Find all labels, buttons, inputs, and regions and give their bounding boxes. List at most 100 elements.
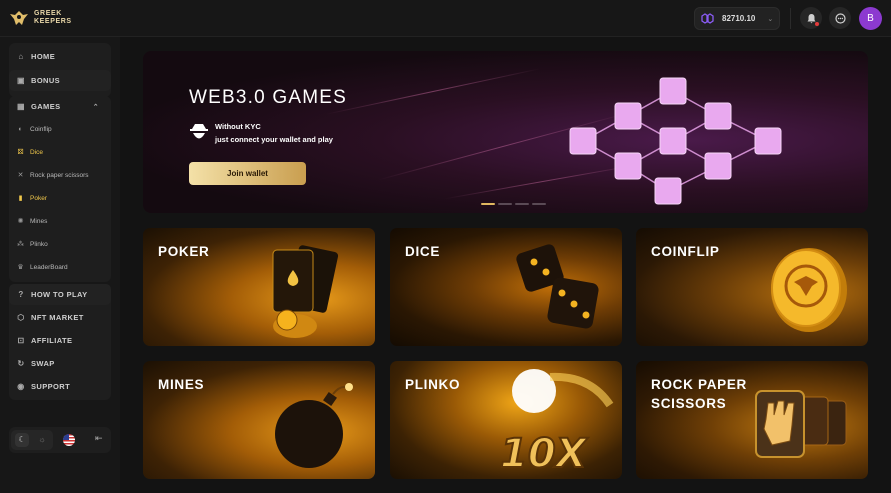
game-card-dice[interactable]: DICE [390, 228, 622, 346]
user-avatar[interactable]: B [859, 7, 882, 30]
sidebar-subitem-label: Coinflip [30, 125, 52, 133]
rps-cards-illustration [755, 390, 847, 458]
sidebar: ⌂ HOME ▣ BONUS ▦ GAMES ⌃ ◐ Coinflip ⚄ Di… [0, 37, 120, 493]
game-card-title: COINFLIP [651, 244, 720, 259]
chevron-up-icon: ⌃ [92, 103, 99, 111]
logo-text-line1: GREEK [34, 10, 62, 17]
divider [790, 8, 791, 29]
dice-icon: ⚄ [17, 148, 24, 156]
balance-amount: 82710.10 [722, 14, 756, 23]
carousel-dot[interactable] [498, 203, 512, 205]
theme-toggle[interactable]: ☾ ☼ [11, 430, 53, 450]
blockchain-cubes-illustration [569, 77, 782, 205]
chat-button[interactable] [829, 7, 851, 29]
sidebar-item-home[interactable]: ⌂ HOME [9, 46, 111, 67]
polygon-icon [701, 13, 714, 24]
notification-dot [815, 22, 819, 26]
game-card-coinflip[interactable]: COINFLIP [636, 228, 868, 346]
game-card-rock-paper-scissors[interactable]: ROCK PAPER SCISSORS [636, 361, 868, 479]
grid-icon: ▦ [17, 101, 25, 111]
balance-selector[interactable]: 82710.10 ⌄ [694, 7, 780, 30]
sidebar-item-bonus[interactable]: ▣ BONUS [9, 70, 111, 91]
sidebar-group-main: ⌂ HOME ▣ BONUS [9, 43, 111, 97]
sidebar-footer: ☾ ☼ ⇤ [9, 427, 111, 453]
hero-subtitle-line2: just connect your wallet and play [215, 135, 333, 144]
plinko-ball-illustration: 10X [500, 369, 614, 475]
gift-icon: ▣ [17, 75, 25, 85]
sidebar-subitem-label: Rock paper scissors [30, 171, 89, 179]
carousel-dot[interactable] [532, 203, 546, 205]
sidebar-item-label: BONUS [31, 76, 61, 85]
sidebar-item-label: AFFILIATE [31, 336, 73, 345]
us-flag-icon[interactable] [63, 434, 75, 446]
hero-title: WEB3.0 GAMES [189, 87, 347, 108]
game-card-title: ROCK PAPER SCISSORS [651, 377, 748, 411]
sidebar-item-games[interactable]: ▦ GAMES ⌃ [9, 96, 111, 117]
poker-cards-illustration [272, 245, 339, 338]
mine-icon: ✺ [17, 217, 24, 225]
sidebar-subitem-plinko[interactable]: ⁂ Plinko [9, 234, 111, 254]
pyramid-icon: ⁂ [17, 240, 24, 248]
sidebar-item-swap[interactable]: ↻ SWAP [9, 353, 111, 374]
carousel-dot[interactable] [481, 203, 495, 205]
sidebar-subitem-mines[interactable]: ✺ Mines [9, 211, 111, 231]
home-icon: ⌂ [18, 51, 24, 61]
hero-subtitle-line1: Without KYC [215, 122, 261, 131]
game-card-mines[interactable]: MINES [143, 361, 375, 479]
game-card-plinko[interactable]: 10X PLINKO [390, 361, 622, 479]
light-streak [325, 68, 541, 115]
notifications-button[interactable] [800, 7, 822, 29]
swap-icon: ↻ [17, 358, 25, 368]
logo-text-line2: KEEPERS [34, 18, 72, 25]
game-card-poker[interactable]: POKER [143, 228, 375, 346]
support-icon: ◉ [17, 381, 25, 391]
collapse-sidebar-icon[interactable]: ⇤ [95, 433, 103, 444]
sidebar-subitem-label: LeaderBoard [30, 263, 68, 271]
carousel-dot[interactable] [515, 203, 529, 205]
cards-icon: ▮ [18, 194, 23, 202]
sidebar-item-label: SUPPORT [31, 382, 71, 391]
sidebar-item-how-to-play[interactable]: ? HOW TO PLAY [9, 284, 111, 305]
incognito-icon [190, 124, 208, 139]
hero-banner: WEB3.0 GAMES Without KYC just connect yo… [143, 51, 868, 213]
sidebar-item-label: NFT MARKET [31, 313, 84, 322]
logo[interactable]: GREEK KEEPERS [9, 9, 72, 27]
sidebar-subitem-label: Dice [30, 148, 44, 156]
sun-icon[interactable]: ☼ [35, 433, 49, 447]
question-icon: ? [18, 289, 24, 299]
sidebar-item-label: GAMES [31, 102, 61, 111]
eagle-logo-icon [10, 11, 28, 25]
carousel-indicators [481, 203, 546, 205]
game-card-title: MINES [158, 377, 205, 392]
sidebar-subitem-rps[interactable]: ✕ Rock paper scissors [9, 165, 111, 185]
share-icon: ⊡ [17, 335, 25, 345]
chevron-down-icon: ⌄ [767, 15, 774, 23]
sidebar-item-support[interactable]: ◉ SUPPORT [9, 376, 111, 397]
sidebar-subitem-label: Plinko [30, 240, 48, 248]
multiplier-text: 10X [500, 431, 589, 475]
hexagon-icon: ⬡ [17, 312, 25, 322]
moon-icon[interactable]: ☾ [15, 433, 29, 447]
sidebar-item-nft-market[interactable]: ⬡ NFT MARKET [9, 307, 111, 328]
game-card-title: POKER [158, 244, 210, 259]
coin-icon: ◐ [18, 125, 23, 133]
join-wallet-button[interactable]: Join wallet [189, 162, 306, 185]
game-card-title: PLINKO [405, 377, 461, 392]
sidebar-group-info: ? HOW TO PLAY ⬡ NFT MARKET ⊡ AFFILIATE ↻… [9, 284, 111, 400]
bomb-illustration [275, 383, 353, 468]
sidebar-subitem-coinflip[interactable]: ◐ Coinflip [9, 119, 111, 139]
sidebar-subitem-label: Mines [30, 217, 48, 225]
sidebar-item-affiliate[interactable]: ⊡ AFFILIATE [9, 330, 111, 351]
sidebar-group-games: ▦ GAMES ⌃ ◐ Coinflip ⚄ Dice ✕ Rock paper… [9, 96, 111, 282]
sidebar-item-label: SWAP [31, 359, 55, 368]
sidebar-subitem-dice[interactable]: ⚄ Dice [9, 142, 111, 162]
chat-icon [834, 12, 846, 24]
crown-icon: ♛ [17, 263, 24, 271]
top-bar: GREEK KEEPERS 82710.10 ⌄ B [0, 0, 891, 37]
scissors-icon: ✕ [17, 171, 24, 179]
gold-coin-illustration [771, 248, 847, 332]
sidebar-item-label: HOME [31, 52, 56, 61]
sidebar-subitem-leaderboard[interactable]: ♛ LeaderBoard [9, 257, 111, 277]
sidebar-subitem-poker[interactable]: ▮ Poker [9, 188, 111, 208]
sidebar-item-label: HOW TO PLAY [31, 290, 88, 299]
